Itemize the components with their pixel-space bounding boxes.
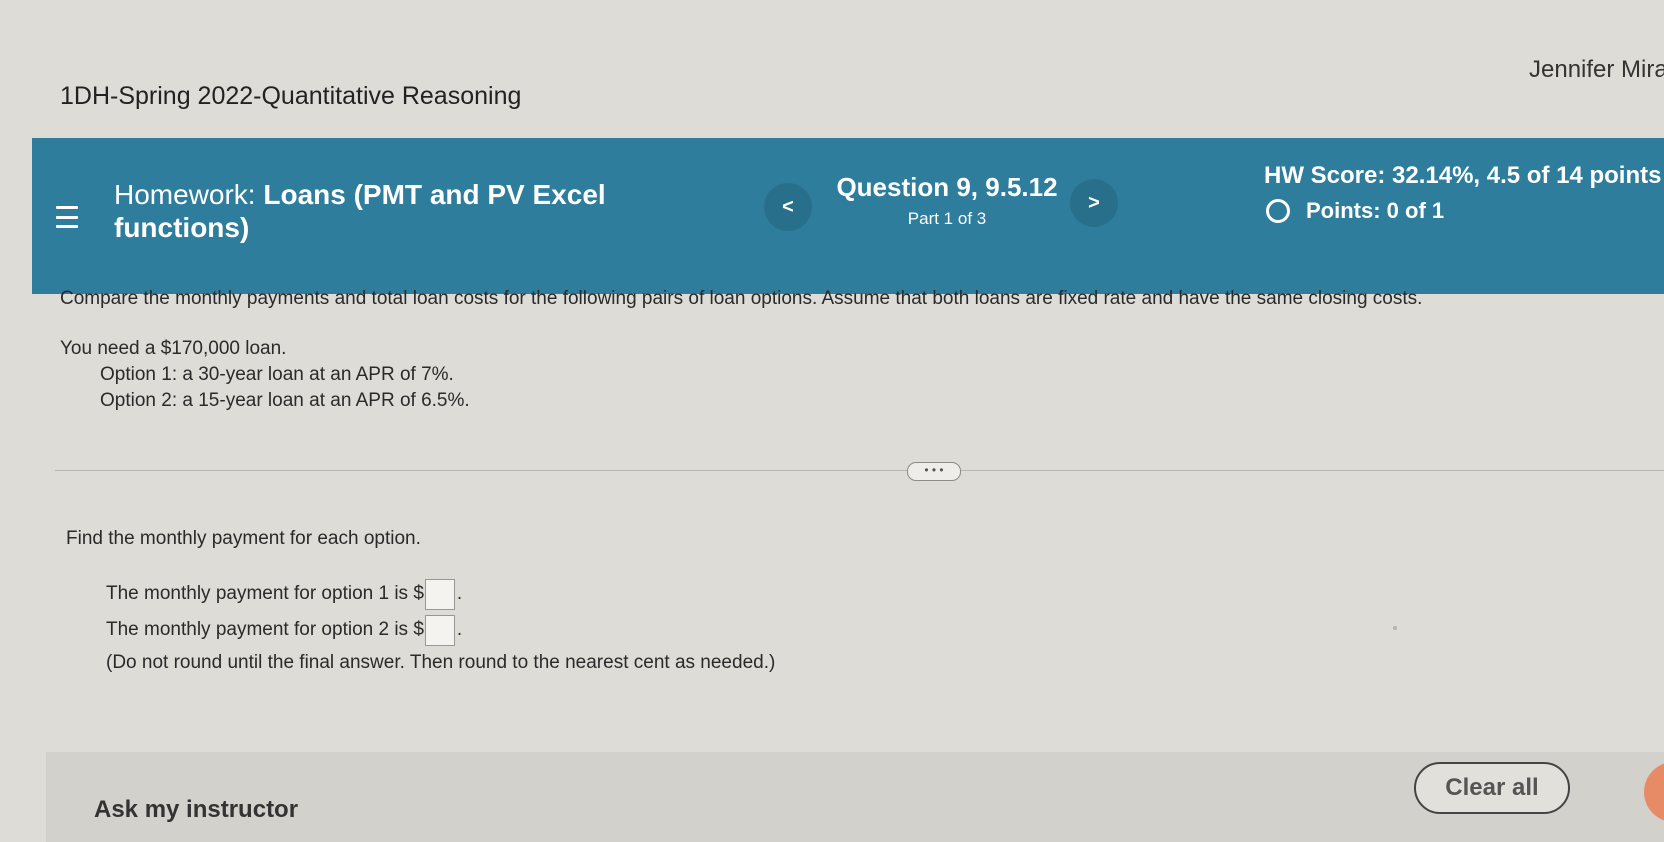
chevron-left-icon: <	[782, 195, 794, 218]
question-prompt: Find the monthly payment for each option…	[66, 528, 421, 549]
option-1-text: Option 1: a 30-year loan at an APR of 7%…	[100, 364, 454, 385]
hamburger-icon[interactable]	[56, 206, 78, 228]
chevron-right-icon: >	[1088, 191, 1100, 214]
previous-question-button[interactable]: <	[764, 183, 812, 231]
question-part: Part 1 of 3	[907, 209, 987, 228]
decorative-dot	[1393, 626, 1397, 630]
answer-2-suffix: .	[456, 619, 463, 640]
ask-instructor-link[interactable]: Ask my instructor	[94, 796, 298, 824]
answer-row-2: The monthly payment for option 2 is $ .	[106, 612, 775, 648]
next-question-button[interactable]: >	[1070, 179, 1118, 227]
option-2-text: Option 2: a 15-year loan at an APR of 6.…	[100, 390, 470, 411]
question-title: Question 9, 9.5.12	[836, 172, 1058, 202]
check-answer-button[interactable]	[1644, 762, 1664, 822]
score-panel: HW Score: 32.14%, 4.5 of 14 points Point…	[1264, 162, 1661, 224]
footer-bar: Ask my instructor Clear all	[46, 752, 1664, 842]
hw-score: HW Score: 32.14%, 4.5 of 14 points	[1264, 162, 1662, 189]
answer-1-suffix: .	[456, 583, 463, 604]
points-row: Points: 0 of 1	[1264, 198, 1661, 224]
answer-section: The monthly payment for option 1 is $ . …	[106, 576, 775, 674]
homework-header-bar: Homework: Loans (PMT and PV Excel functi…	[32, 138, 1664, 294]
problem-text: Compare the monthly payments and total l…	[60, 288, 1423, 309]
points-value: Points: 0 of 1	[1306, 198, 1445, 223]
clear-all-button[interactable]: Clear all	[1414, 762, 1570, 814]
answer-1-input[interactable]	[424, 578, 455, 610]
question-indicator: Question 9, 9.5.12 Part 1 of 3	[822, 172, 1072, 229]
loan-amount-text: You need a $170,000 loan.	[60, 338, 287, 359]
section-divider	[55, 470, 1664, 471]
answer-row-1: The monthly payment for option 1 is $ .	[106, 576, 775, 612]
answer-2-input[interactable]	[424, 614, 455, 646]
answer-1-label: The monthly payment for option 1 is $	[106, 583, 424, 604]
user-name[interactable]: Jennifer Mira	[1529, 56, 1664, 84]
homework-title: Homework: Loans (PMT and PV Excel functi…	[114, 178, 674, 244]
answer-2-label: The monthly payment for option 2 is $	[106, 619, 424, 640]
expand-button[interactable]: • • •	[907, 462, 961, 481]
problem-statement: Compare the monthly payments and total l…	[60, 288, 1580, 416]
rounding-note: (Do not round until the final answer. Th…	[106, 652, 776, 673]
circle-outline-icon	[1266, 199, 1290, 223]
course-title: 1DH-Spring 2022-Quantitative Reasoning	[60, 82, 522, 110]
homework-label: Homework:	[114, 179, 256, 210]
